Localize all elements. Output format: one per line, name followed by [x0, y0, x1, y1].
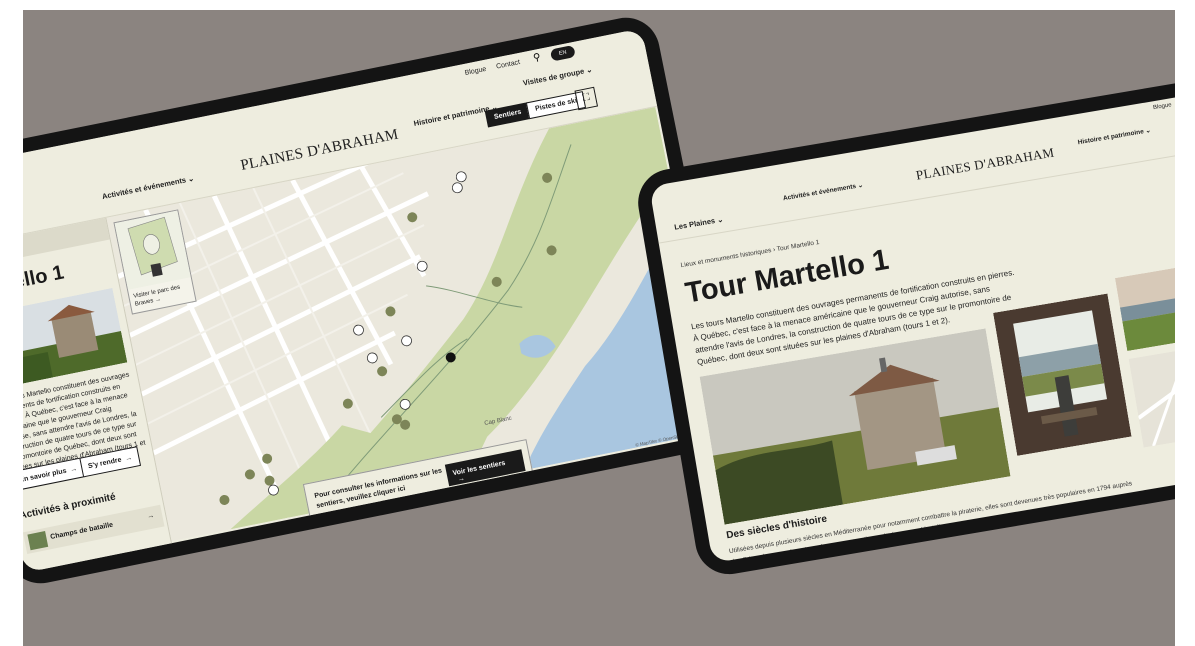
language-toggle[interactable]: EN [549, 45, 576, 62]
map-thumbnail[interactable] [1128, 345, 1175, 448]
nav-group-visits[interactable]: Visites de groupe ⌄ [522, 65, 593, 88]
right-tablet: Les Plaines ⌄ Activités et événements ⌄ … [633, 68, 1175, 580]
nav-activities[interactable]: Activités et événements ⌄ [101, 174, 195, 201]
river-view-photo [1114, 264, 1175, 352]
right-tablet-screen: Les Plaines ⌄ Activités et événements ⌄ … [649, 82, 1175, 564]
link-contact[interactable]: Contact [496, 59, 521, 71]
nearby-thumbnail [27, 531, 49, 551]
link-blog[interactable]: Blogue [464, 66, 487, 77]
search-icon[interactable]: ⚲ [532, 52, 541, 64]
left-tablet: PLAINES D'ABRAHAM Activités et événement… [23, 11, 740, 590]
view-trails-button[interactable]: Voir les sentiers → [444, 449, 526, 487]
arrow-right-icon: → [146, 512, 155, 521]
site-logo-right[interactable]: PLAINES D'ABRAHAM [915, 145, 1056, 184]
fullscreen-icon[interactable]: ⛶ [574, 86, 599, 111]
nav-history-right[interactable]: Histoire et patrimoine ⌄ [1077, 126, 1151, 146]
left-tablet-screen: PLAINES D'ABRAHAM Activités et événement… [23, 28, 723, 573]
nav-activities-right[interactable]: Activités et événements ⌄ [782, 181, 863, 202]
location-title: Martello 1 [23, 261, 66, 302]
link-blog-right[interactable]: Blogue [1153, 102, 1172, 111]
cannon-window-photo [993, 293, 1132, 456]
nav-plaines[interactable]: Les Plaines ⌄ [674, 215, 724, 232]
site-header-right: Les Plaines ⌄ Activités et événements ⌄ … [649, 82, 1175, 244]
mockup-background: PLAINES D'ABRAHAM Activités et événement… [23, 10, 1175, 646]
